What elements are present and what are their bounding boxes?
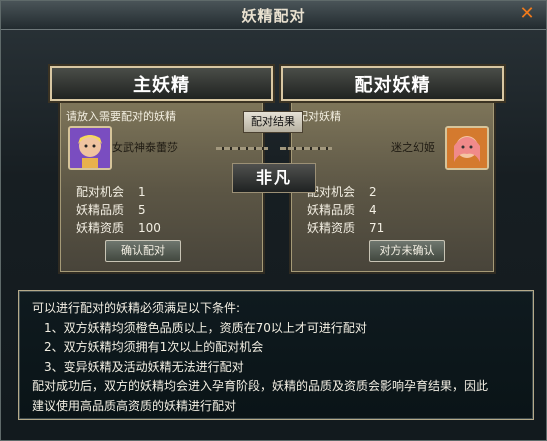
titlebar: 妖精配对 ✕ [1, 1, 546, 30]
pair-pet-avatar[interactable] [445, 126, 489, 170]
stat-row: 配对机会 2 [307, 185, 377, 199]
fairy-portrait-icon [447, 128, 487, 168]
pair-result-value: 非凡 [232, 163, 316, 193]
confirm-pair-button[interactable]: 确认配对 [105, 240, 181, 262]
condition-item: 2、双方妖精均须拥有1次以上的配对机会 [44, 340, 264, 354]
conditions-footer-line: 配对成功后，双方的妖精均会进入孕育阶段，妖精的品质及资质会影响孕育结果，因此 [32, 379, 489, 393]
close-icon[interactable]: ✕ [516, 3, 538, 25]
pair-result-area: 配对结果 非凡 [216, 111, 332, 193]
main-pet-subtitle: 请放入需要配对的妖精 [66, 110, 176, 123]
window-title: 妖精配对 [241, 7, 306, 25]
chain-decoration [280, 147, 332, 150]
pair-pet-stats: 配对机会 2 妖精品质 4 妖精资质 71 [307, 183, 384, 237]
pair-pet-header: 配对妖精 [281, 66, 504, 101]
conditions-text: 可以进行配对的妖精必须满足以下条件: 1、双方妖精均须橙色品质以上，资质在70以… [32, 299, 488, 416]
conditions-panel: 可以进行配对的妖精必须满足以下条件: 1、双方妖精均须橙色品质以上，资质在70以… [18, 290, 534, 420]
chain-decoration [216, 147, 268, 150]
main-pet-name: 女武神泰蕾莎 [112, 141, 178, 154]
pairing-window: 妖精配对 ✕ 主妖精 请放入需要配对的妖精 女武神泰蕾莎 配对机会 1 妖精品质 5… [0, 0, 547, 441]
fairy-portrait-icon [70, 128, 110, 168]
stat-row: 妖精资质 100 [76, 221, 161, 235]
main-pet-header: 主妖精 [50, 66, 273, 101]
pair-pet-name: 迷之幻姬 [391, 141, 435, 154]
stat-row: 妖精资质 71 [307, 221, 385, 235]
condition-item: 1、双方妖精均须橙色品质以上，资质在70以上才可进行配对 [44, 320, 367, 335]
stat-row: 配对机会 1 [76, 185, 146, 199]
conditions-footer-line: 建议使用高品质高资质的妖精进行配对 [32, 398, 237, 413]
opponent-unconfirmed-button[interactable]: 对方未确认 [369, 240, 445, 262]
main-pet-avatar[interactable] [68, 126, 112, 170]
conditions-title: 可以进行配对的妖精必须满足以下条件: [32, 301, 241, 315]
pair-result-label: 配对结果 [243, 111, 303, 133]
stat-row: 妖精品质 4 [307, 203, 377, 217]
stat-row: 妖精品质 5 [76, 203, 146, 217]
main-pet-stats: 配对机会 1 妖精品质 5 妖精资质 100 [76, 183, 161, 237]
condition-item: 3、变异妖精及活动妖精无法进行配对 [44, 359, 244, 374]
